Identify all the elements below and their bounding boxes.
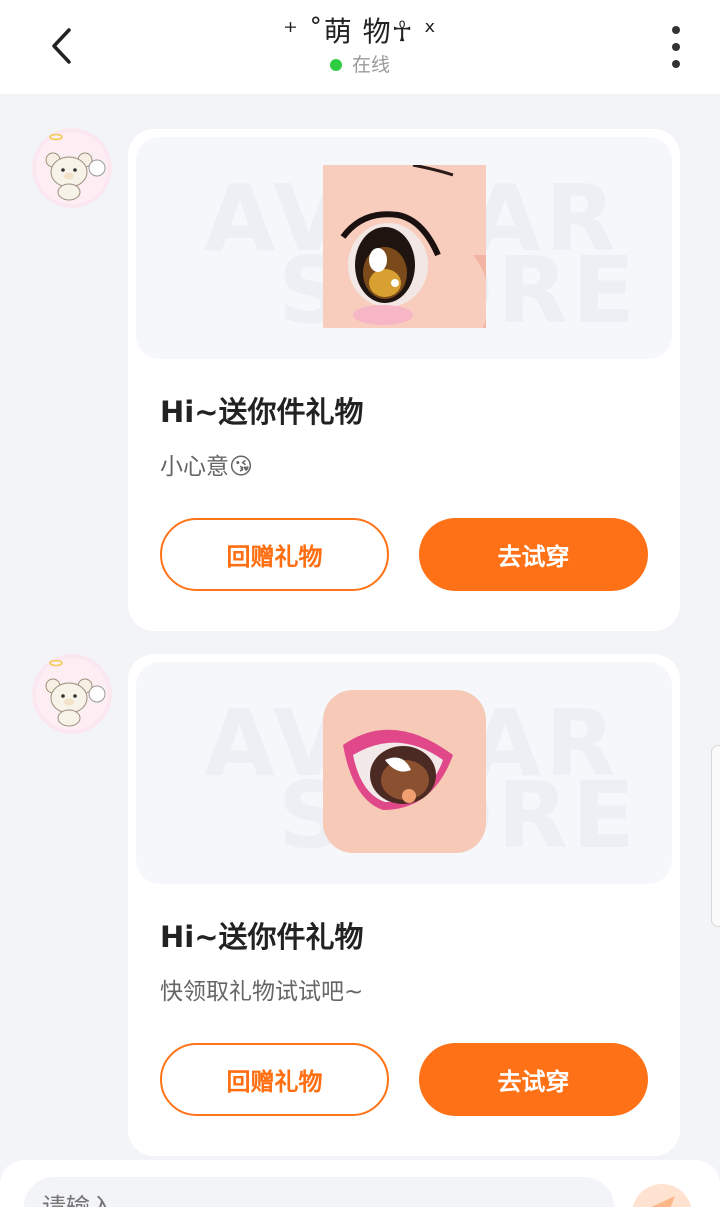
gift-message-card: AVATAR STORE Hi~送你件礼物 小心意😘 回赠礼物 去试穿: [128, 129, 680, 631]
more-dot-icon: [672, 26, 680, 34]
return-gift-button[interactable]: 回赠礼物: [160, 1043, 389, 1116]
more-dot-icon: [672, 60, 680, 68]
bear-avatar-icon: [32, 654, 112, 734]
gift-eye-image[interactable]: [323, 165, 486, 328]
message-input[interactable]: [24, 1177, 614, 1207]
online-status: 在线: [329, 52, 390, 78]
try-on-button[interactable]: 去试穿: [419, 518, 648, 591]
online-status-label: 在线: [351, 54, 390, 76]
more-dot-icon: [672, 43, 680, 51]
gift-preview-area: AVATAR STORE: [136, 662, 672, 884]
gift-title: Hi~送你件礼物: [160, 395, 364, 429]
return-gift-button[interactable]: 回赠礼物: [160, 518, 389, 591]
try-on-button[interactable]: 去试穿: [419, 1043, 648, 1116]
gift-preview-area: AVATAR STORE: [136, 137, 672, 359]
more-options-button[interactable]: [660, 26, 692, 68]
gift-subtitle: 快领取礼物试试吧~: [160, 979, 364, 1005]
message-composer: [0, 1160, 720, 1207]
bear-avatar-icon: [32, 128, 112, 208]
gift-title: Hi~送你件礼物: [160, 920, 364, 954]
sender-avatar[interactable]: [32, 128, 112, 208]
send-icon: [651, 1196, 675, 1207]
gift-message-card: AVATAR STORE Hi~送你件礼物 快领取礼物试试吧~ 回赠礼物 去试穿: [128, 654, 680, 1156]
contact-name: ⁺ ˚萌 物☥ ˣ: [283, 15, 437, 48]
online-dot-icon: [329, 59, 342, 71]
side-drawer-handle[interactable]: [711, 745, 720, 927]
header-title-block: ⁺ ˚萌 物☥ ˣ 在线: [0, 12, 720, 78]
sender-avatar[interactable]: [32, 654, 112, 734]
chat-header: ⁺ ˚萌 物☥ ˣ 在线: [0, 0, 720, 94]
gift-eye-image[interactable]: [323, 690, 486, 853]
send-button[interactable]: [632, 1184, 692, 1207]
gift-subtitle: 小心意😘: [160, 454, 253, 480]
